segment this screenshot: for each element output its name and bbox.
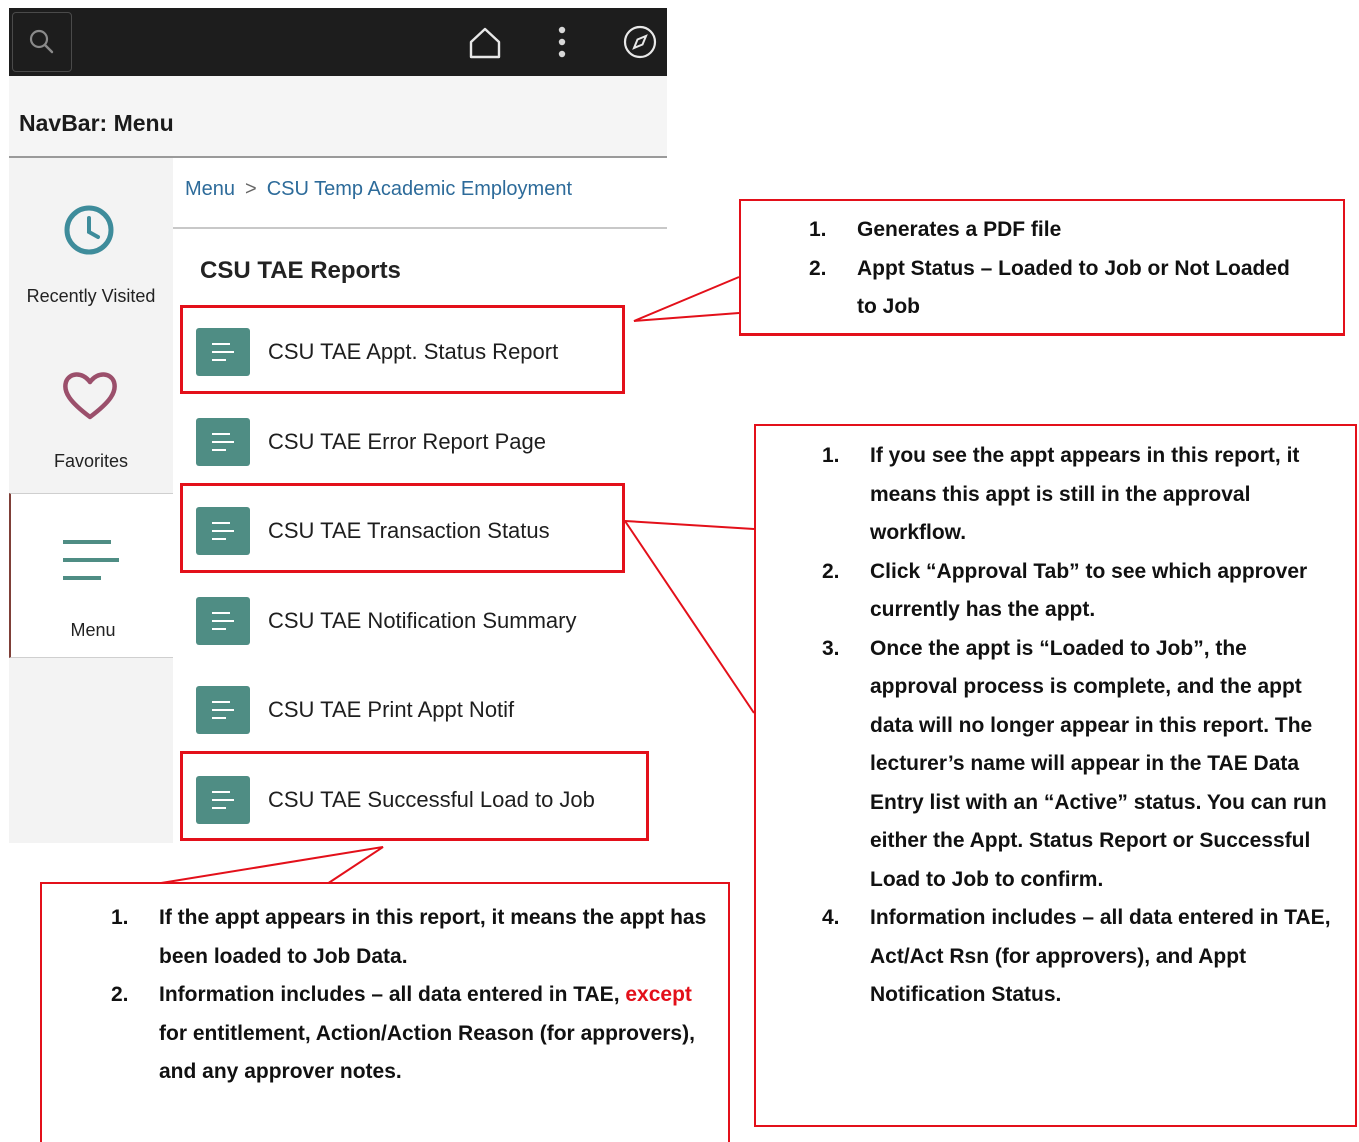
callout-item: 1. If you see the appt appears in this re… bbox=[822, 444, 1300, 544]
callout-appt-status: 1. Generates a PDF file 2. Appt Status – L… bbox=[739, 199, 1345, 336]
callout-item: 1. Generates a PDF file bbox=[809, 218, 1062, 241]
callout-item: 2. Appt Status – Loaded to Job or Not Loa… bbox=[809, 256, 1290, 319]
callout-item: 2. Information includes – all data entere… bbox=[111, 983, 695, 1083]
callout-successful-load: 1. If the appt appears in this report, it… bbox=[40, 882, 730, 1142]
callout-item: 3. Once the appt is “Loaded to Job”, the … bbox=[822, 636, 1327, 891]
callout-item: 4. Information includes – all data entere… bbox=[822, 906, 1331, 1006]
emphasis-except: except bbox=[625, 983, 692, 1006]
callout-transaction-status: 1. If you see the appt appears in this re… bbox=[754, 424, 1357, 1127]
callout-item: 1. If the appt appears in this report, it… bbox=[111, 906, 707, 968]
callout-item: 2. Click “Approval Tab” to see which appr… bbox=[822, 559, 1308, 622]
